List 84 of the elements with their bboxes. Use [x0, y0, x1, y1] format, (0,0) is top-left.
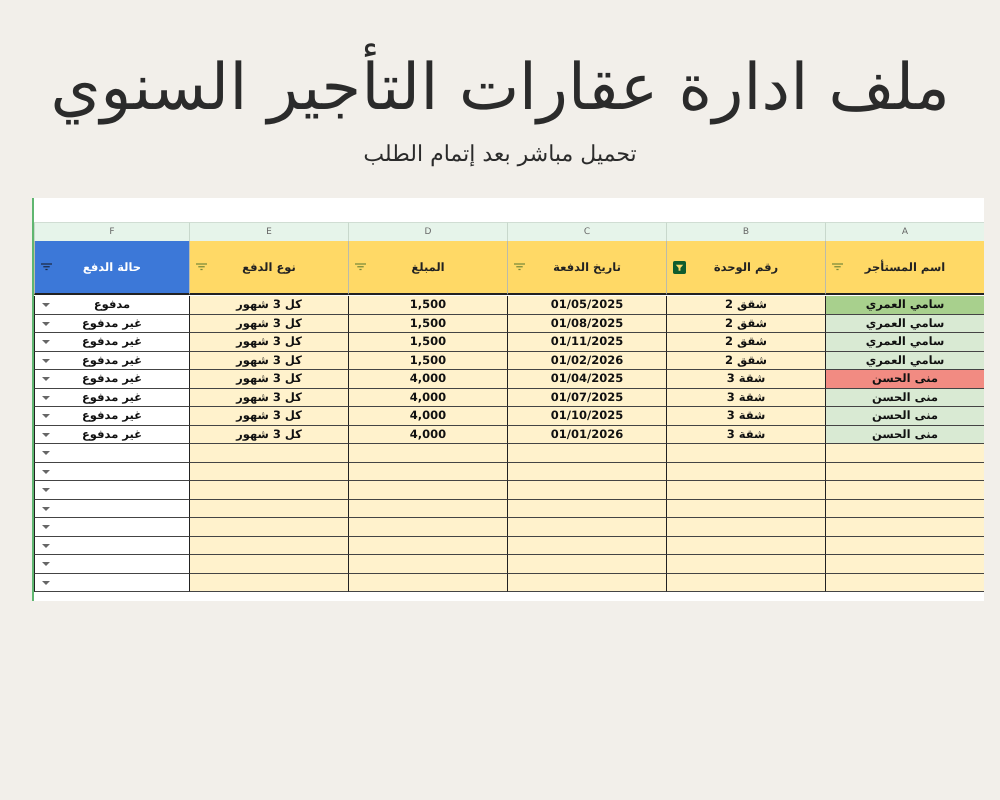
table-cell: 1,500 — [348, 296, 507, 314]
column-letter[interactable]: C — [507, 222, 666, 243]
table-cell: 1,500 — [348, 352, 507, 370]
dropdown-icon[interactable] — [42, 580, 50, 584]
dropdown-icon[interactable] — [42, 303, 50, 307]
table-cell: منى الحسن — [825, 407, 984, 426]
table-cell: شقة 3 — [666, 388, 825, 407]
table-cell: كل 3 شهور — [189, 407, 348, 426]
table-cell: غير مدفوع — [34, 407, 189, 426]
filter-icon[interactable] — [41, 262, 52, 270]
dropdown-icon[interactable] — [42, 562, 50, 566]
dropdown-icon[interactable] — [42, 525, 50, 529]
table-cell: غير مدفوع — [34, 426, 189, 444]
table-cell: كل 3 شهور — [189, 296, 348, 314]
table-cell: مدفوع — [34, 296, 189, 314]
table-cell: 01/11/2025 — [507, 333, 666, 352]
table-cell: كل 3 شهور — [189, 388, 348, 407]
table-cell: غير مدفوع — [34, 333, 189, 352]
page-subtitle: تحميل مباشر بعد إتمام الطلب — [363, 141, 637, 169]
table-cell: 4,000 — [348, 407, 507, 426]
table-cell: سامي العمري — [825, 314, 984, 333]
dropdown-icon[interactable] — [42, 488, 50, 492]
filter-icon[interactable] — [355, 262, 366, 270]
table-cell: كل 3 شهور — [189, 314, 348, 333]
column-header[interactable]: المبلغ — [348, 240, 507, 294]
table-cell: كل 3 شهور — [189, 370, 348, 388]
table-cell: شقة 3 — [666, 426, 825, 444]
dropdown-icon[interactable] — [42, 506, 50, 510]
filter-icon[interactable] — [832, 262, 843, 270]
table-cell: غير مدفوع — [34, 314, 189, 333]
dropdown-icon[interactable] — [42, 322, 50, 326]
dropdown-icon[interactable] — [42, 396, 50, 400]
table-cell: 01/05/2025 — [507, 296, 666, 314]
table-cell: 01/10/2025 — [507, 407, 666, 426]
dropdown-icon[interactable] — [42, 414, 50, 418]
page-title: ملف ادارة عقارات التأجير السنوي — [50, 40, 950, 136]
filter-icon[interactable] — [673, 260, 686, 274]
dropdown-icon[interactable] — [42, 377, 50, 381]
table-cell: منى الحسن — [825, 388, 984, 407]
column-header[interactable]: نوع الدفع — [189, 240, 348, 294]
column-letter[interactable]: B — [666, 222, 825, 243]
filter-icon[interactable] — [514, 262, 525, 270]
table-cell: كل 3 شهور — [189, 352, 348, 370]
column-header[interactable]: حالة الدفع — [34, 240, 189, 294]
table-cell: 1,500 — [348, 314, 507, 333]
table-cell: شقق 2 — [666, 333, 825, 352]
table-cell: 01/02/2026 — [507, 352, 666, 370]
table-cell: 01/01/2026 — [507, 426, 666, 444]
column-letter[interactable]: E — [189, 222, 348, 243]
table-cell: غير مدفوع — [34, 370, 189, 388]
column-letter[interactable]: D — [348, 222, 507, 243]
table-cell: منى الحسن — [825, 370, 984, 388]
table-cell: شقق 2 — [666, 352, 825, 370]
table-cell: 01/08/2025 — [507, 314, 666, 333]
column-header[interactable]: تاريخ الدفعة — [507, 240, 666, 294]
table-cell: سامي العمري — [825, 333, 984, 352]
dropdown-icon[interactable] — [42, 432, 50, 436]
table-cell: سامي العمري — [825, 352, 984, 370]
dropdown-icon[interactable] — [42, 340, 50, 344]
table-cell: 01/04/2025 — [507, 370, 666, 388]
table-cell: 4,000 — [348, 426, 507, 444]
table-cell: شقة 3 — [666, 370, 825, 388]
dropdown-icon[interactable] — [42, 451, 50, 455]
column-header[interactable]: رقم الوحدة — [666, 240, 825, 294]
column-letter[interactable]: F — [34, 222, 189, 243]
dropdown-icon[interactable] — [42, 544, 50, 548]
table-cell: 4,000 — [348, 388, 507, 407]
table-cell: 01/07/2025 — [507, 388, 666, 407]
table-cell: شقة 3 — [666, 407, 825, 426]
table-cell: كل 3 شهور — [189, 426, 348, 444]
column-letter[interactable]: A — [825, 222, 984, 243]
table-cell: غير مدفوع — [34, 352, 189, 370]
filter-icon[interactable] — [196, 262, 207, 270]
table-cell: غير مدفوع — [34, 388, 189, 407]
table-cell: منى الحسن — [825, 426, 984, 444]
dropdown-icon[interactable] — [42, 470, 50, 474]
table-cell: كل 3 شهور — [189, 333, 348, 352]
table-cell: شقق 2 — [666, 314, 825, 333]
table-cell: سامي العمري — [825, 296, 984, 314]
dropdown-icon[interactable] — [42, 358, 50, 362]
table-cell: 4,000 — [348, 370, 507, 388]
table-cell: 1,500 — [348, 333, 507, 352]
column-header[interactable]: اسم المستأجر — [825, 240, 984, 294]
table-cell: شقق 2 — [666, 296, 825, 314]
